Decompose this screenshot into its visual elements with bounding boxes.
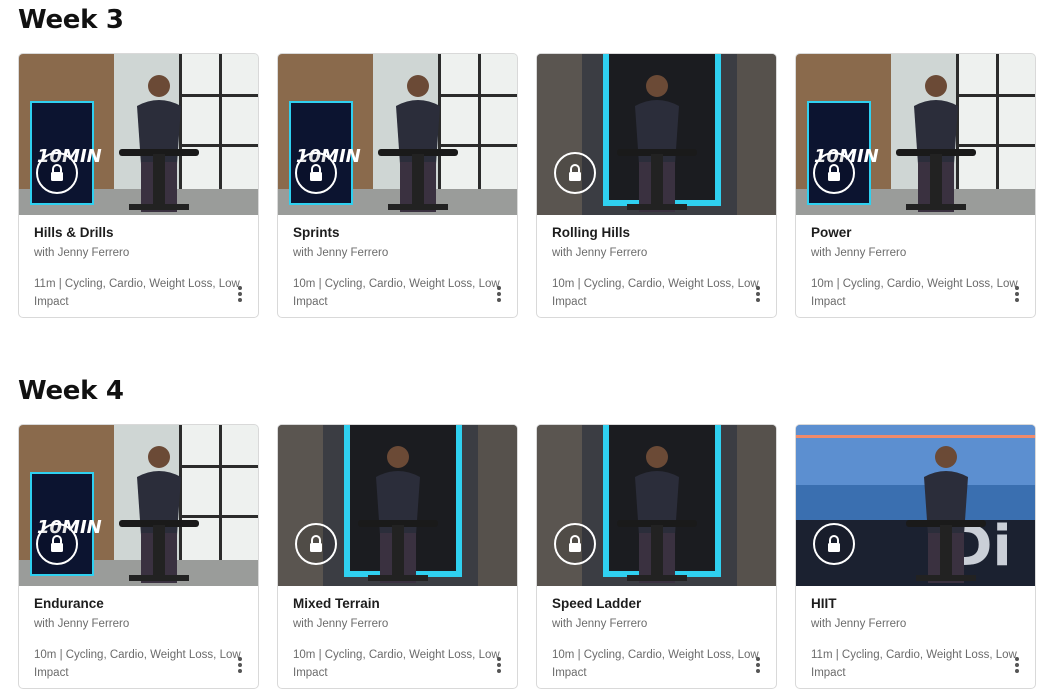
week-title: Week 3 — [18, 5, 124, 35]
workout-title[interactable]: Sprints — [293, 225, 340, 240]
instructor-name: with Jenny Ferrero — [552, 618, 648, 630]
workout-meta: 10m | Cycling, Cardio, Weight Loss, Low … — [293, 278, 500, 308]
workout-card[interactable]: Di HIIT with Jenny Ferrero 11m | Cycling, C… — [795, 424, 1036, 689]
workout-card[interactable]: Rolling Hills with Jenny Ferrero 10m | Cyc… — [536, 53, 777, 318]
workout-title[interactable]: Rolling Hills — [552, 225, 630, 240]
more-vertical-icon[interactable] — [755, 657, 761, 675]
week-title: Week 4 — [18, 376, 124, 406]
more-vertical-icon[interactable] — [237, 657, 243, 675]
workout-thumbnail[interactable]: 10MIN — [278, 54, 517, 215]
instructor-name: with Jenny Ferrero — [811, 247, 907, 259]
workout-meta: 10m | Cycling, Cardio, Weight Loss, Low … — [293, 649, 500, 679]
workout-card[interactable]: Speed Ladder with Jenny Ferrero 10m | Cycl… — [536, 424, 777, 689]
more-vertical-icon[interactable] — [496, 657, 502, 675]
instructor-name: with Jenny Ferrero — [34, 618, 130, 630]
workout-card[interactable]: Mixed Terrain with Jenny Ferrero 10m | Cyc… — [277, 424, 518, 689]
more-vertical-icon[interactable] — [496, 286, 502, 304]
instructor-name: with Jenny Ferrero — [293, 247, 389, 259]
lock-icon — [813, 523, 855, 565]
workout-thumbnail[interactable]: 10MIN — [19, 54, 258, 215]
workout-thumbnail[interactable] — [537, 425, 776, 586]
workout-title[interactable]: Endurance — [34, 596, 104, 611]
workout-thumbnail[interactable]: 10MIN — [19, 425, 258, 586]
instructor-name: with Jenny Ferrero — [811, 618, 907, 630]
workout-meta: 10m | Cycling, Cardio, Weight Loss, Low … — [552, 649, 759, 679]
lock-icon — [554, 523, 596, 565]
workout-thumbnail[interactable]: Di — [796, 425, 1035, 586]
workout-card[interactable]: 10MIN Sprints with Jenny Ferrero 10m | Cycl… — [277, 53, 518, 318]
lock-icon — [295, 152, 337, 194]
workout-meta: 10m | Cycling, Cardio, Weight Loss, Low … — [811, 278, 1018, 308]
workout-meta: 11m | Cycling, Cardio, Weight Loss, Low … — [811, 649, 1017, 679]
more-vertical-icon[interactable] — [1014, 657, 1020, 675]
lock-icon — [36, 523, 78, 565]
workout-title[interactable]: HIIT — [811, 596, 837, 611]
more-vertical-icon[interactable] — [755, 286, 761, 304]
more-vertical-icon[interactable] — [237, 286, 243, 304]
workout-card[interactable]: 10MIN Hills & Drills with Jenny Ferrero 11m… — [18, 53, 259, 318]
lock-icon — [295, 523, 337, 565]
workout-card[interactable]: 10MIN Power with Jenny Ferrero 10m | Cyclin… — [795, 53, 1036, 318]
more-vertical-icon[interactable] — [1014, 286, 1020, 304]
workout-card[interactable]: 10MIN Endurance with Jenny Ferrero 10m | Cy… — [18, 424, 259, 689]
workout-thumbnail[interactable] — [278, 425, 517, 586]
workout-title[interactable]: Hills & Drills — [34, 225, 114, 240]
workout-title[interactable]: Speed Ladder — [552, 596, 641, 611]
lock-icon — [36, 152, 78, 194]
workout-meta: 11m | Cycling, Cardio, Weight Loss, Low … — [34, 278, 240, 308]
workout-title[interactable]: Mixed Terrain — [293, 596, 380, 611]
workout-meta: 10m | Cycling, Cardio, Weight Loss, Low … — [34, 649, 241, 679]
workout-thumbnail[interactable] — [537, 54, 776, 215]
instructor-name: with Jenny Ferrero — [34, 247, 130, 259]
lock-icon — [813, 152, 855, 194]
workout-thumbnail[interactable]: 10MIN — [796, 54, 1035, 215]
instructor-name: with Jenny Ferrero — [552, 247, 648, 259]
workout-meta: 10m | Cycling, Cardio, Weight Loss, Low … — [552, 278, 759, 308]
workout-title[interactable]: Power — [811, 225, 852, 240]
lock-icon — [554, 152, 596, 194]
instructor-name: with Jenny Ferrero — [293, 618, 389, 630]
